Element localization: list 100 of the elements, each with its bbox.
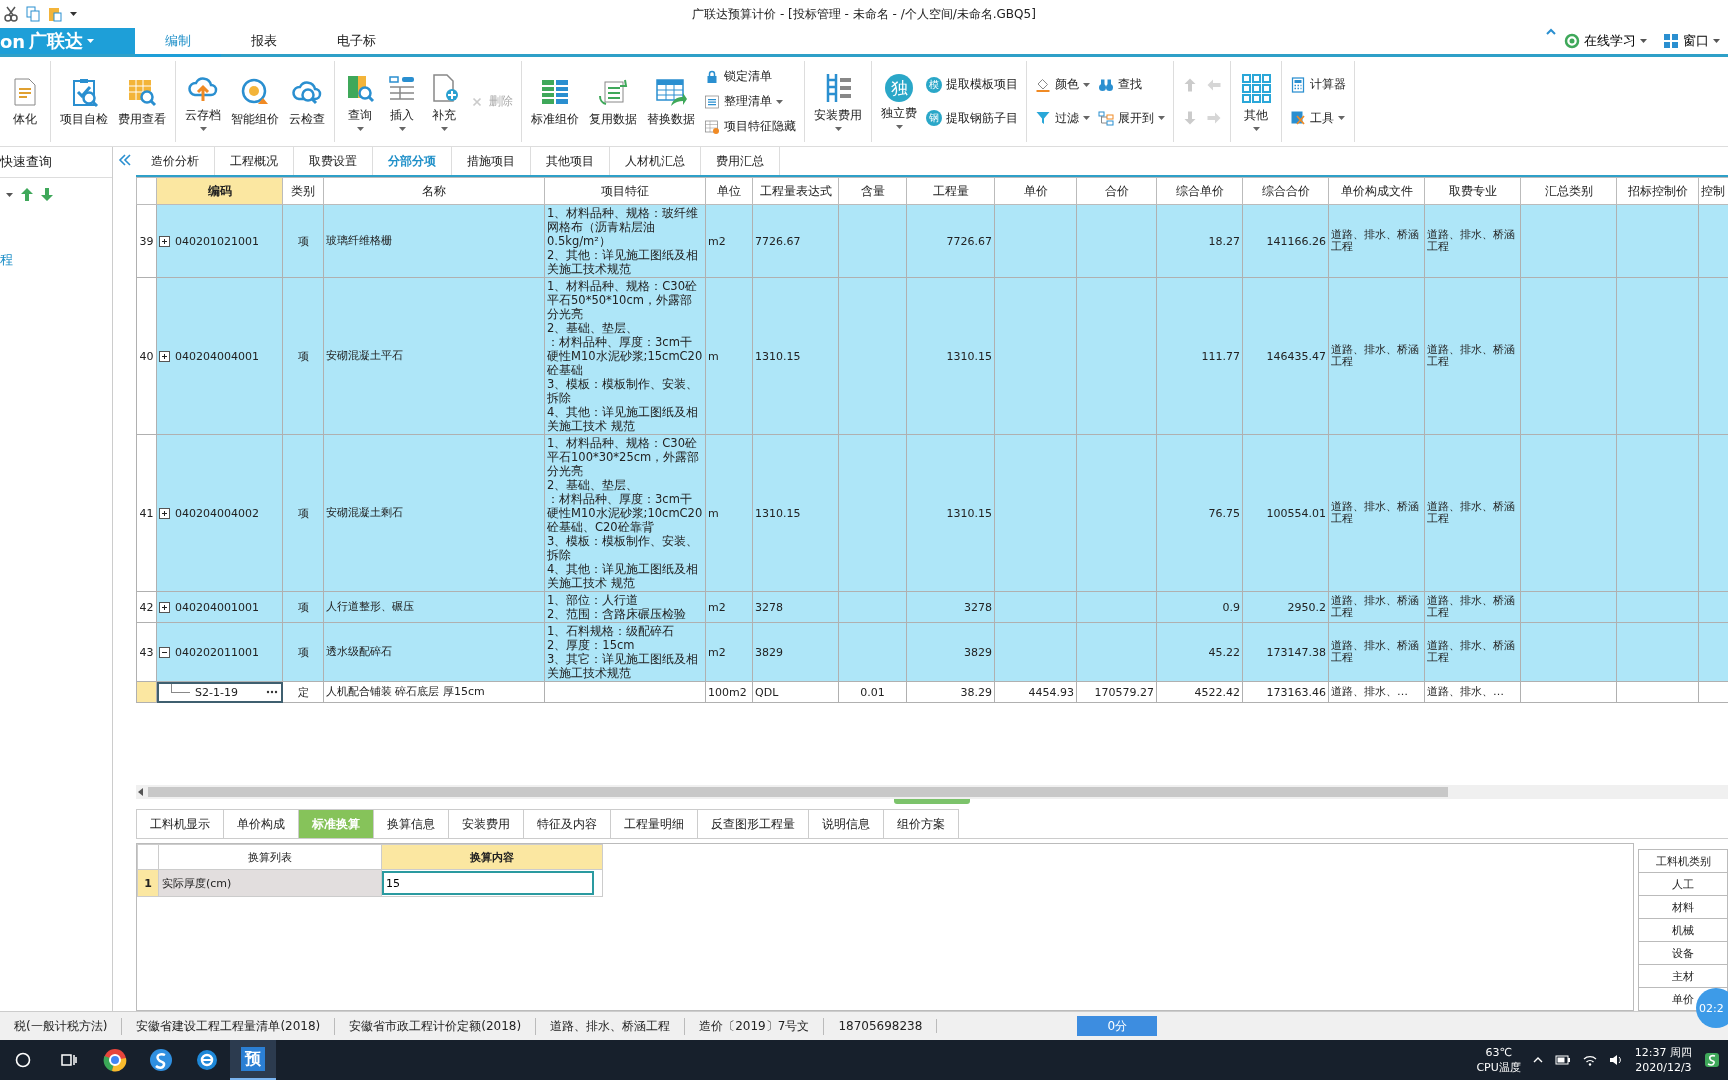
menu-tab[interactable]: 报表 <box>221 28 307 57</box>
tab[interactable]: 组价方案 <box>883 809 959 838</box>
column-header[interactable]: 单价构成文件 <box>1328 177 1425 205</box>
status-item: 18705698238 <box>824 1019 938 1033</box>
ribbon-button[interactable]: 锁定清单 <box>701 67 799 86</box>
ribbon-button[interactable]: 云存档 <box>181 70 225 133</box>
horizontal-scrollbar[interactable] <box>136 785 1728 799</box>
tab[interactable]: 分部分项 <box>373 147 452 175</box>
column-header[interactable]: 单价 <box>994 177 1077 205</box>
column-header[interactable]: 工程量表达式 <box>752 177 839 205</box>
input-field[interactable]: 15 <box>382 871 594 895</box>
column-header[interactable]: 综合合价 <box>1242 177 1329 205</box>
column-header[interactable]: 单位 <box>705 177 753 205</box>
menu-button[interactable]: 在线学习 <box>1556 28 1655 54</box>
table-cell: 人工 <box>1638 872 1728 896</box>
table-cell: 1310.15 <box>906 434 995 592</box>
ribbon-button[interactable]: 安装费用 <box>810 70 866 133</box>
ribbon-button[interactable]: 智能组价 <box>227 73 283 130</box>
ribbon-button[interactable]: 体化 <box>5 73 45 130</box>
brand-name: 广联达 <box>29 29 84 53</box>
tab[interactable]: 取费设置 <box>294 147 373 175</box>
down-arrow-icon <box>41 188 53 201</box>
column-header[interactable]: 招标控制价 <box>1616 177 1699 205</box>
ribbon-button[interactable]: 模 提取模板项目 <box>923 75 1021 95</box>
tab[interactable]: 工程概况 <box>215 147 294 175</box>
expand-toggle[interactable] <box>159 507 170 519</box>
table-cell: 道路、排水、桥涵工程 <box>1328 434 1425 592</box>
scroll-thumb[interactable] <box>148 787 1448 797</box>
ribbon-button[interactable]: 工具 <box>1287 108 1349 128</box>
tab[interactable]: 费用汇总 <box>701 147 780 175</box>
tab[interactable]: 措施项目 <box>452 147 531 175</box>
menu-tab[interactable]: 电子标 <box>307 28 406 57</box>
ribbon-button[interactable]: 替换数据 <box>643 73 699 130</box>
tree-item[interactable]: 程 <box>0 251 112 269</box>
ribbon-button[interactable]: 云检查 <box>285 73 329 130</box>
ribbon-button[interactable]: 标准组价 <box>527 73 583 130</box>
table-cell: m2 <box>705 204 753 278</box>
window-title: 广联达预算计价 - [投标管理 - 未命名 - /个人空间/未命名.GBQ5] <box>692 5 1036 23</box>
ribbon-button[interactable]: 插入 <box>382 70 422 133</box>
ribbon-button[interactable]: 过滤 <box>1032 108 1093 128</box>
table-cell: 项 <box>282 622 324 682</box>
column-header[interactable]: 取费专业 <box>1424 177 1521 205</box>
column-header[interactable]: 编码 <box>156 177 283 205</box>
table-cell: 项 <box>282 277 324 435</box>
ribbon-button[interactable]: 钢 提取钢筋子目 <box>923 108 1021 128</box>
ribbon-button[interactable]: 费用查看 <box>114 73 170 130</box>
menu-button[interactable]: 窗口 <box>1655 28 1728 54</box>
ribbon-button[interactable]: 复用数据 <box>585 73 641 130</box>
tab[interactable]: 其他项目 <box>531 147 610 175</box>
ribbon-button[interactable]: 展开到 <box>1095 108 1168 128</box>
ribbon-button[interactable]: 整理清单 <box>701 92 799 111</box>
table-cell: 工料机类别 <box>1638 849 1728 873</box>
status-item: 造价〔2019〕7号文 <box>685 1017 825 1035</box>
table-cell: 18.27 <box>1156 204 1243 278</box>
ribbon-button[interactable]: 项目自检 <box>56 73 112 130</box>
table-cell: 45.22 <box>1156 622 1243 682</box>
ribbon-button[interactable]: 其他 <box>1236 70 1276 133</box>
ribbon-button[interactable]: 计算器 <box>1287 75 1349 95</box>
caret-icon <box>776 99 783 104</box>
left-arrow-icon <box>1206 77 1222 93</box>
taskbar-app[interactable]: 预 <box>230 1040 276 1080</box>
clock-time: 12:37 周四 <box>1634 1045 1692 1060</box>
column-header[interactable]: 名称 <box>323 177 545 205</box>
tab[interactable]: 人材机汇总 <box>610 147 701 175</box>
table-cell: 1、石料规格：级配碎石 2、厚度：15cm 3、其它：详见施工图纸及相关施工技术规范 <box>544 622 706 682</box>
character-icon: 独 <box>885 74 913 102</box>
ribbon-button[interactable]: 查询 <box>340 70 380 133</box>
splitter-handle[interactable] <box>894 799 970 804</box>
caret-icon <box>87 39 95 43</box>
ribbon-button[interactable]: 独 独立费 <box>877 72 921 131</box>
more-button[interactable] <box>264 690 280 694</box>
column-header[interactable]: 工程量 <box>906 177 995 205</box>
status-item: 安徽省建设工程工程量清单(2018) <box>122 1017 336 1035</box>
column-header[interactable]: 项目特征 <box>544 177 706 205</box>
collapse-button[interactable] <box>117 153 132 167</box>
tab[interactable]: 造价分析 <box>136 147 215 175</box>
ribbon-button[interactable]: 项目特征隐藏 <box>701 117 799 136</box>
column-header[interactable]: 综合单价 <box>1156 177 1243 205</box>
column-header[interactable]: 换算列表 <box>158 844 382 870</box>
caret-icon <box>1158 116 1165 121</box>
table-cell: 道路、排水、桥涵工程 <box>1424 591 1521 623</box>
column-header[interactable]: 类别 <box>282 177 324 205</box>
tab[interactable]: 工料机显示 <box>136 809 224 838</box>
status-item: 安徽省市政工程计价定额(2018) <box>335 1017 537 1035</box>
column-header[interactable]: 换算内容 <box>381 844 603 870</box>
ribbon-button[interactable]: 补充 <box>424 70 464 133</box>
expand-toggle[interactable] <box>159 235 170 247</box>
column-header[interactable]: 合价 <box>1076 177 1157 205</box>
expand-toggle[interactable] <box>159 601 170 613</box>
ribbon-button[interactable]: 颜色 <box>1032 75 1093 95</box>
column-header[interactable]: 含量 <box>838 177 907 205</box>
expand-toggle[interactable] <box>159 646 170 658</box>
table-cell: 透水级配碎石 <box>323 622 545 682</box>
expand-toggle[interactable] <box>159 350 170 362</box>
table-cell: 0.9 <box>1156 591 1243 623</box>
column-header[interactable]: 汇总类别 <box>1520 177 1617 205</box>
table-cell: 道路、排水、桥涵工程 <box>1424 277 1521 435</box>
table-cell: 100554.01 <box>1242 434 1329 592</box>
column-header[interactable]: 控制 <box>1698 177 1728 205</box>
ribbon-button[interactable]: 查找 <box>1095 75 1168 95</box>
